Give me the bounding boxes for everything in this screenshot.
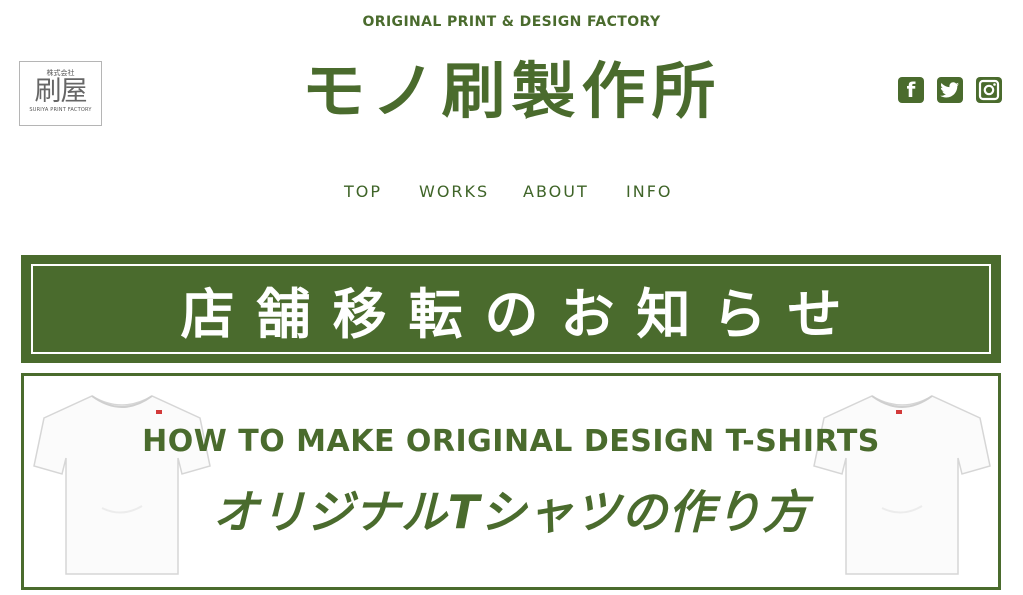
store-relocation-banner[interactable]: 店舗移転のお知らせ: [21, 255, 1001, 363]
main-nav: TOP WORKS ABOUT INFO: [0, 181, 1023, 205]
banner-japanese-title: オリジナルTシャツの作り方: [212, 485, 810, 539]
banner-inner-frame: 店舗移転のお知らせ: [31, 264, 991, 354]
twitter-icon[interactable]: [937, 77, 963, 103]
twitter-bird-shape: [940, 82, 959, 98]
facebook-icon[interactable]: f: [898, 77, 924, 103]
facebook-glyph: f: [906, 78, 916, 102]
nav-item-about[interactable]: ABOUT: [523, 181, 589, 203]
nav-item-info[interactable]: INFO: [626, 181, 672, 203]
site-title[interactable]: モノ刷製作所: [0, 54, 1023, 130]
nav-item-works[interactable]: WORKS: [419, 181, 489, 203]
instagram-camera-shape: [978, 79, 1000, 101]
banner-notice-text: 店舗移転のお知らせ: [180, 282, 864, 346]
tshirt-howto-banner[interactable]: HOW TO MAKE ORIGINAL DESIGN T-SHIRTS オリジ…: [21, 373, 1001, 590]
nav-item-top[interactable]: TOP: [344, 181, 382, 203]
site-tagline: ORIGINAL PRINT & DESIGN FACTORY: [362, 14, 661, 30]
instagram-icon[interactable]: [976, 77, 1002, 103]
banner-english-title: HOW TO MAKE ORIGINAL DESIGN T-SHIRTS: [142, 424, 880, 459]
